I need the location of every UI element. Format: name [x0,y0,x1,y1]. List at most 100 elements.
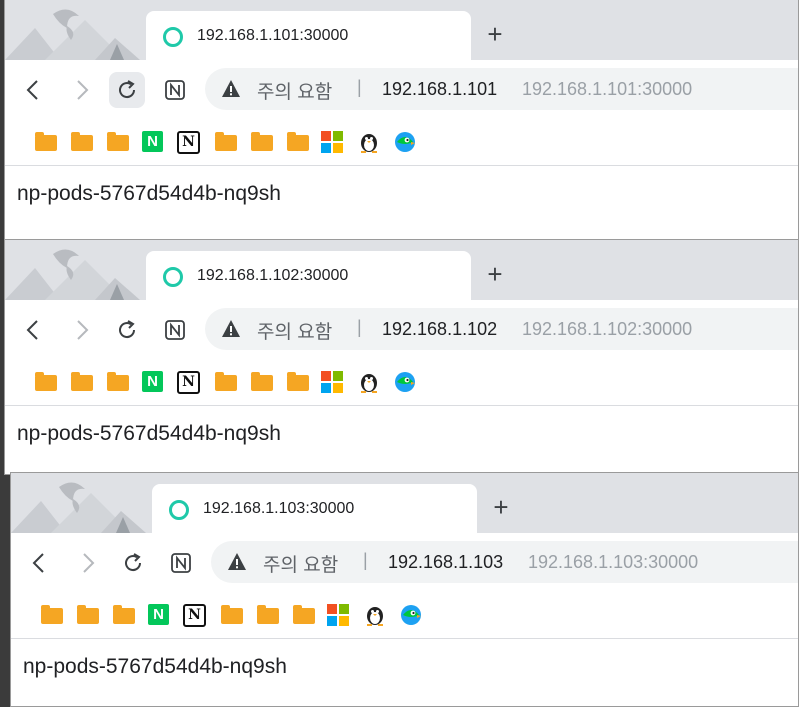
address-bar[interactable]: 주의 요함 | 192.168.1.102 192.168.1.102:3000… [205,308,798,350]
papago-icon[interactable] [393,130,417,154]
notion-icon[interactable]: N [183,604,206,627]
notion-icon[interactable]: N [177,131,200,154]
folder-icon[interactable] [287,372,309,391]
warning-icon[interactable] [221,79,241,99]
back-icon [26,320,38,340]
theme-decoration [5,249,140,300]
microsoft-icon[interactable] [321,131,343,153]
security-warning-text[interactable]: 주의 요함 [263,550,338,577]
notion-extension-button[interactable] [163,545,199,581]
penguin-icon[interactable] [357,370,381,394]
url-host: 192.168.1.101 [382,79,498,99]
folder-icon[interactable] [107,372,129,391]
new-tab-button[interactable]: + [489,494,513,520]
forward-button[interactable] [64,312,100,348]
page-content-text: np-pods-5767d54d4b-nq9sh [23,655,287,678]
tab-active[interactable]: 192.168.1.103:30000 [152,484,477,533]
tab-title: 192.168.1.101:30000 [197,27,349,44]
folder-icon[interactable] [257,605,279,624]
omnibox-separator: | [357,77,362,97]
browser-window-3: 192.168.1.103:30000 + 주의 요함 | 192.168.1.… [10,472,799,707]
bookmarks-bar: N N [5,118,798,166]
folder-icon[interactable] [293,605,315,624]
naver-icon[interactable]: N [142,371,163,392]
tab-active[interactable]: 192.168.1.102:30000 [146,251,471,300]
browser-window-2: 192.168.1.102:30000 + 주의 요함 | 192.168.1.… [4,239,799,475]
folder-icon[interactable] [35,372,57,391]
toolbar: 주의 요함 | 192.168.1.102 192.168.1.102:3000… [5,300,798,358]
penguin-icon[interactable] [363,603,387,627]
toolbar: 주의 요함 | 192.168.1.101 192.168.1.101:3000… [5,60,798,118]
tab-favicon-icon [163,27,183,47]
folder-icon[interactable] [35,132,57,151]
reload-button[interactable] [109,72,145,108]
security-warning-text[interactable]: 주의 요함 [257,317,332,344]
forward-icon [77,320,89,340]
security-warning-text[interactable]: 주의 요함 [257,77,332,104]
omnibox-separator: | [357,317,362,337]
tab-strip: 192.168.1.103:30000 + [11,473,798,533]
naver-icon[interactable]: N [148,604,169,625]
bookmarks-bar: N N [11,591,798,639]
url-host: 192.168.1.103 [388,552,504,572]
notion-extension-button[interactable] [157,312,193,348]
folder-icon[interactable] [215,132,237,151]
folder-icon[interactable] [71,132,93,151]
tab-title: 192.168.1.103:30000 [203,500,355,517]
tab-strip: 192.168.1.101:30000 + [5,0,798,60]
folder-icon[interactable] [41,605,63,624]
warning-icon[interactable] [221,319,241,339]
folder-icon[interactable] [71,372,93,391]
folder-icon[interactable] [77,605,99,624]
omnibox-separator: | [363,550,368,570]
folder-icon[interactable] [251,132,273,151]
microsoft-icon[interactable] [327,604,349,626]
papago-icon[interactable] [393,370,417,394]
new-tab-button[interactable]: + [483,21,507,47]
url-full: 192.168.1.101:30000 [522,79,693,99]
folder-icon[interactable] [215,372,237,391]
url-host: 192.168.1.102 [382,319,498,339]
page-content-text: np-pods-5767d54d4b-nq9sh [17,422,281,445]
microsoft-icon[interactable] [321,371,343,393]
page-content-text: np-pods-5767d54d4b-nq9sh [17,182,281,205]
notion-extension-icon [165,320,185,340]
back-button[interactable] [21,545,57,581]
new-tab-button[interactable]: + [483,261,507,287]
notion-icon[interactable]: N [177,371,200,394]
address-bar[interactable]: 주의 요함 | 192.168.1.101 192.168.1.101:3000… [205,68,798,110]
notion-extension-icon [165,80,185,100]
url-full: 192.168.1.103:30000 [528,552,699,572]
browser-window-1: 192.168.1.101:30000 + 주의 요함 | 192.168.1.… [4,0,799,240]
tab-strip: 192.168.1.102:30000 + [5,240,798,300]
tab-title: 192.168.1.102:30000 [197,267,349,284]
folder-icon[interactable] [221,605,243,624]
theme-decoration [11,482,146,533]
tab-favicon-icon [163,267,183,287]
penguin-icon[interactable] [357,130,381,154]
back-button[interactable] [15,72,51,108]
folder-icon[interactable] [251,372,273,391]
reload-icon [119,320,136,339]
papago-icon[interactable] [399,603,423,627]
forward-icon [83,553,95,573]
tab-active[interactable]: 192.168.1.101:30000 [146,11,471,60]
address-bar[interactable]: 주의 요함 | 192.168.1.103 192.168.1.103:3000… [211,541,798,583]
reload-icon [119,80,136,99]
warning-icon[interactable] [227,552,247,572]
folder-icon[interactable] [107,132,129,151]
back-button[interactable] [15,312,51,348]
naver-icon[interactable]: N [142,131,163,152]
folder-icon[interactable] [113,605,135,624]
back-icon [26,80,38,100]
back-icon [32,553,44,573]
reload-button[interactable] [115,545,151,581]
reload-button[interactable] [109,312,145,348]
theme-decoration [5,9,140,60]
toolbar: 주의 요함 | 192.168.1.103 192.168.1.103:3000… [11,533,798,591]
folder-icon[interactable] [287,132,309,151]
url-full: 192.168.1.102:30000 [522,319,693,339]
notion-extension-button[interactable] [157,72,193,108]
forward-button[interactable] [64,72,100,108]
forward-button[interactable] [70,545,106,581]
